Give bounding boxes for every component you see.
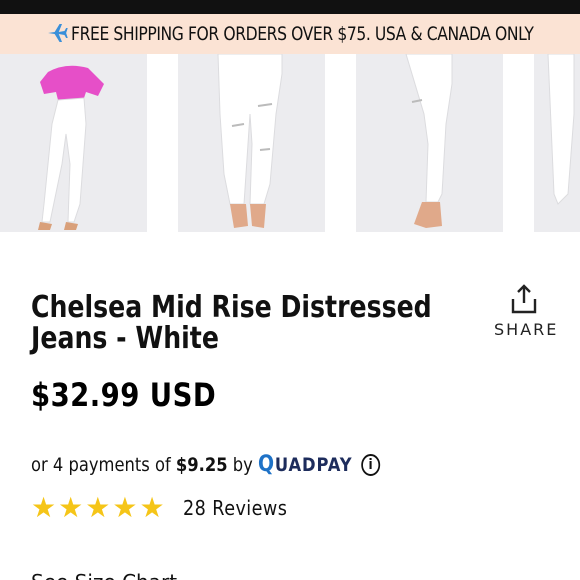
product-price: $32.99 USD [31, 376, 217, 414]
star-icon: ★ [31, 491, 57, 524]
product-image-4[interactable] [534, 54, 580, 232]
share-label: SHARE [494, 320, 559, 339]
installment-by: by [232, 453, 253, 476]
product-image-3[interactable] [356, 54, 503, 232]
star-icon: ★ [112, 491, 138, 524]
airplane-icon [46, 21, 68, 48]
installment-amount: $9.25 [175, 453, 228, 476]
product-image-2[interactable] [178, 54, 325, 232]
reviews-link[interactable]: 28 Reviews [183, 496, 287, 520]
promo-text-wrap: FREE SHIPPING FOR ORDERS OVER $75. USA &… [46, 21, 534, 48]
quadpay-logo: Q UADPAY [258, 452, 352, 477]
quadpay-logo-q: Q [257, 452, 275, 477]
star-icon: ★ [85, 491, 111, 524]
quadpay-logo-text: UADPAY [274, 453, 353, 476]
installment-line: or 4 payments of $9.25 by Q UADPAY i [31, 452, 380, 477]
share-button[interactable]: SHARE [494, 284, 559, 339]
promo-banner[interactable]: FREE SHIPPING FOR ORDERS OVER $75. USA &… [0, 14, 580, 54]
installment-info: or 4 payments of $9.25 by Q UADPAY i [31, 452, 437, 477]
share-icon [494, 284, 554, 314]
installment-prefix: or 4 payments of [31, 453, 171, 476]
product-title: Chelsea Mid Rise Distressed Jeans - Whit… [31, 290, 432, 356]
promo-label: FREE SHIPPING FOR ORDERS OVER $75. USA &… [71, 23, 534, 45]
top-status-bar [0, 0, 580, 14]
size-chart-link[interactable]: See Size Chart [31, 570, 177, 580]
star-icon: ★ [139, 491, 165, 524]
product-rating[interactable]: ★ ★ ★ ★ ★ 28 Reviews [31, 494, 301, 522]
star-icon: ★ [58, 491, 84, 524]
info-icon[interactable]: i [361, 453, 380, 476]
product-image-1[interactable] [0, 54, 147, 232]
product-gallery[interactable] [0, 54, 580, 232]
